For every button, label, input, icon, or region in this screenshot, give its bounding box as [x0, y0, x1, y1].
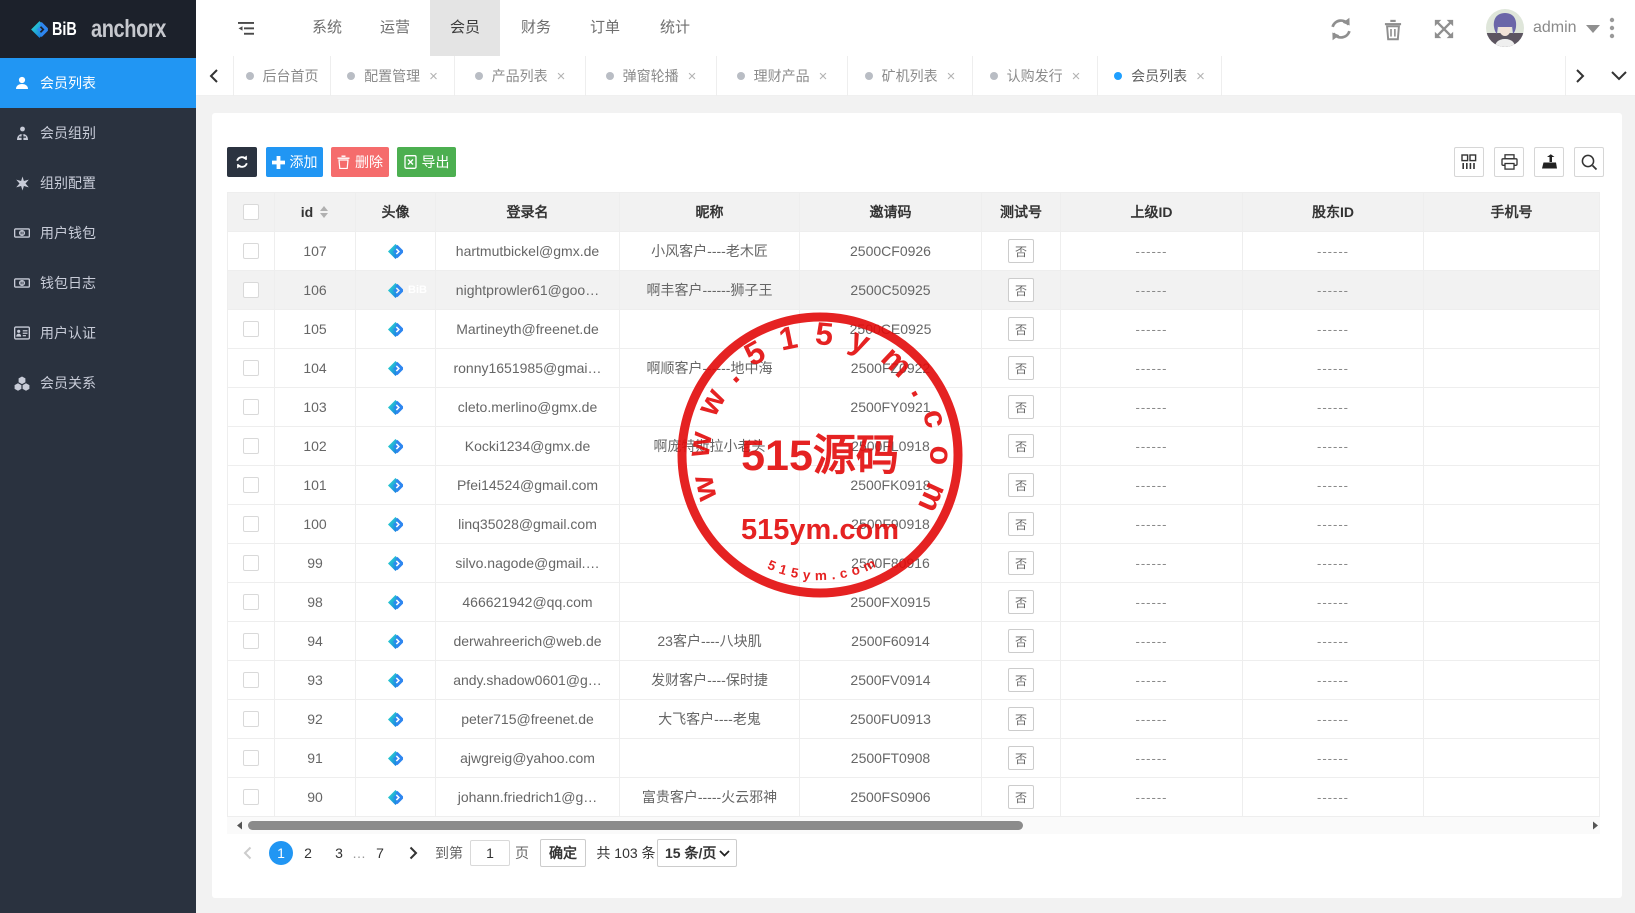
svg-text:0: 0	[20, 231, 23, 237]
svg-text:0: 0	[20, 281, 23, 287]
